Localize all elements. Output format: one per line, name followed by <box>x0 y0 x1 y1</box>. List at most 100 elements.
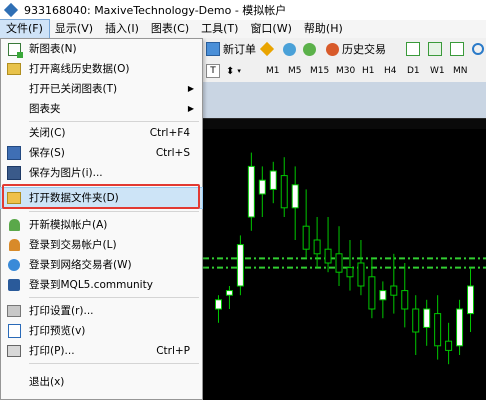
menu-item-login-trade-account[interactable]: 登录到交易帐户(L) <box>1 235 202 255</box>
menu-tools[interactable]: 工具(T) <box>195 20 244 38</box>
timeframe-m15[interactable]: M15 <box>306 64 333 78</box>
menu-item-print[interactable]: 打印(P)... Ctrl+P <box>1 341 202 361</box>
menu-item-save[interactable]: 保存(S) Ctrl+S <box>1 143 202 163</box>
menu-view[interactable]: 显示(V) <box>49 20 99 38</box>
menu-item-open-offline[interactable]: 打开离线历史数据(O) <box>1 59 202 79</box>
title-bar: 933168040: MaxiveTechnology-Demo - 模拟帐户 <box>0 0 486 20</box>
exit-label: 退出(x) <box>29 376 65 388</box>
candle-body-bear <box>401 290 409 310</box>
submenu-arrow-icon: ▶ <box>187 84 194 93</box>
menu-item-close[interactable]: 关闭(C) Ctrl+F4 <box>1 123 202 143</box>
candle-body-bull <box>225 290 233 296</box>
menu-item-open-demo-account[interactable]: 开新模拟帐户(A) <box>1 215 202 235</box>
price-chart[interactable] <box>203 128 486 400</box>
timeframe-d1[interactable]: D1 <box>403 64 424 78</box>
candle-body-bear <box>324 248 332 264</box>
bar-chart-icon <box>406 42 420 56</box>
timeframe-h1[interactable]: H1 <box>358 64 379 78</box>
diamond-button[interactable] <box>259 41 275 57</box>
print-setup-icon <box>7 304 21 318</box>
menu-item-open-closed-chart[interactable]: 打开已关闭图表(T) ▶ <box>1 79 202 99</box>
save-icon <box>7 146 21 160</box>
menu-separator <box>29 211 199 212</box>
open-offline-label: 打开离线历史数据(O) <box>29 63 130 75</box>
menu-item-save-as-picture[interactable]: 保存为图片(i)... <box>1 163 202 183</box>
print-preview-icon <box>7 324 21 338</box>
chevron-down-icon: ▾ <box>237 67 241 75</box>
candle-body-bull <box>467 285 475 315</box>
candle-body-bull <box>214 299 222 310</box>
history-trading-label: 历史交易 <box>342 43 386 56</box>
bar-chart-button[interactable] <box>406 41 420 57</box>
chart-window-header <box>203 82 486 118</box>
close-label: 关闭(C) <box>29 127 66 139</box>
menu-item-print-setup[interactable]: 打印设置(r)... <box>1 301 202 321</box>
file-menu-dropdown: 新图表(N) 打开离线历史数据(O) 打开已关闭图表(T) ▶ 图表夹 ▶ 关闭… <box>0 38 203 400</box>
timeframe-m30[interactable]: M30 <box>332 64 359 78</box>
new-chart-label: 新图表(N) <box>29 43 77 55</box>
arrows-icon: ⬍ <box>226 65 235 77</box>
diamond-icon <box>259 41 275 57</box>
history-trading-button[interactable]: 历史交易 <box>326 41 386 57</box>
candle-body-bull <box>379 290 387 301</box>
line-chart-button[interactable] <box>450 41 464 57</box>
candle-body-bull <box>258 179 266 195</box>
candle-body-bear <box>412 308 420 333</box>
menu-separator <box>29 363 199 364</box>
text-tool-button[interactable]: T <box>206 63 220 79</box>
menu-item-profiles[interactable]: 图表夹 ▶ <box>1 99 202 119</box>
globe-button[interactable] <box>283 41 296 57</box>
candle-body-bull <box>291 184 299 209</box>
timeframe-h4[interactable]: H4 <box>380 64 401 78</box>
candlestick-button[interactable] <box>428 41 442 57</box>
menu-bar: 文件(F) 显示(V) 插入(I) 图表(C) 工具(T) 窗口(W) 帮助(H… <box>0 19 486 39</box>
timeframe-mn[interactable]: MN <box>449 64 472 78</box>
candle-body-bull <box>236 244 244 287</box>
timeframe-m5[interactable]: M5 <box>284 64 306 78</box>
menu-file[interactable]: 文件(F) <box>0 19 50 39</box>
menu-item-print-preview[interactable]: 打印预览(v) <box>1 321 202 341</box>
zoom-in-button[interactable] <box>472 41 484 57</box>
submenu-arrow-icon: ▶ <box>187 104 194 113</box>
menu-help[interactable]: 帮助(H) <box>298 20 349 38</box>
print-setup-label: 打印设置(r)... <box>29 305 94 317</box>
chart-window[interactable] <box>203 82 486 400</box>
menu-insert[interactable]: 插入(I) <box>99 20 145 38</box>
menu-charts[interactable]: 图表(C) <box>145 20 195 38</box>
candle-body-bear <box>368 276 376 310</box>
login-web-trader-icon <box>7 258 21 272</box>
timeframe-m1[interactable]: M1 <box>262 64 284 78</box>
menu-item-login-web-trader[interactable]: 登录到网络交易者(W) <box>1 255 202 275</box>
save-shortcut: Ctrl+S <box>155 147 190 159</box>
print-label: 打印(P)... <box>29 345 75 357</box>
menu-window[interactable]: 窗口(W) <box>244 20 297 38</box>
candle-body-bear <box>390 285 398 296</box>
close-shortcut: Ctrl+F4 <box>149 127 190 139</box>
open-closed-chart-label: 打开已关闭图表(T) <box>29 83 118 95</box>
app-icon <box>3 2 19 18</box>
menu-item-exit[interactable]: 退出(x) <box>1 372 202 392</box>
new-order-icon <box>206 42 220 56</box>
candle-body-bear <box>302 225 310 250</box>
save-picture-icon <box>7 166 21 180</box>
timeframe-w1[interactable]: W1 <box>426 64 449 78</box>
text-tool-icon: T <box>206 64 220 78</box>
new-demo-account-icon <box>7 218 21 232</box>
print-icon <box>7 344 21 358</box>
save-as-picture-label: 保存为图片(i)... <box>29 167 103 179</box>
menu-separator <box>29 121 199 122</box>
login-mql5-label: 登录到MQL5.community <box>29 279 153 291</box>
new-order-button[interactable]: 新订单 <box>206 41 256 57</box>
candle-body-bull <box>456 308 464 347</box>
menu-item-new-chart[interactable]: 新图表(N) <box>1 39 202 59</box>
zoom-in-icon <box>472 43 484 55</box>
login-trade-account-label: 登录到交易帐户(L) <box>29 239 117 251</box>
arrows-tool-button[interactable]: ⬍ ▾ <box>226 63 241 79</box>
menu-item-login-mql5[interactable]: 登录到MQL5.community <box>1 275 202 295</box>
candle-body-bear <box>346 267 354 278</box>
signal-button[interactable] <box>303 41 316 57</box>
new-order-label: 新订单 <box>223 43 256 56</box>
new-chart-icon <box>7 42 23 58</box>
candle-body-bear <box>357 262 365 287</box>
candle-body-bear <box>313 239 321 255</box>
